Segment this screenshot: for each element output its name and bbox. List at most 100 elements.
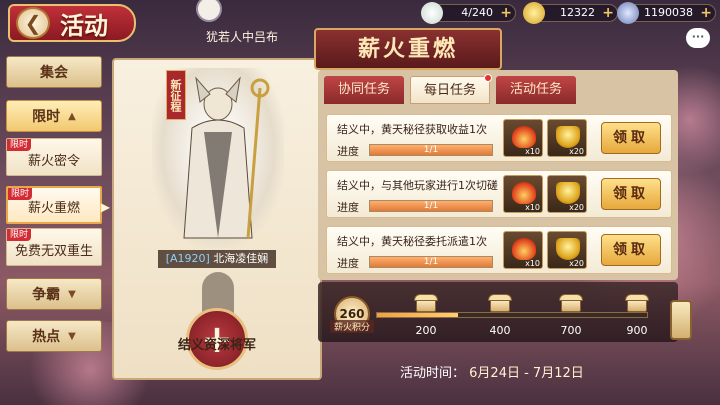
- menu-item-label: 限时: [32, 109, 61, 125]
- limited-tag: 限时: [7, 139, 32, 151]
- menu-item-contest[interactable]: 争霸 ▼: [6, 278, 102, 310]
- sub-item-label: 薪火重燃: [27, 201, 80, 216]
- stamina-value: 4/240: [461, 6, 493, 19]
- claim-button[interactable]: 领取: [601, 122, 661, 154]
- milestone-value: 200: [415, 324, 437, 337]
- copper-coin-icon: [617, 2, 639, 24]
- menu-item-hot[interactable]: 热点 ▼: [6, 320, 102, 352]
- gold-ingot-icon: [523, 2, 545, 24]
- progress-label: 进度: [337, 145, 359, 158]
- recruit-label: 结义资深将军: [177, 338, 256, 353]
- general-panel: 新征程 [A1920] 北海凌佳娴 + 结义资深将军: [112, 58, 322, 380]
- reward-item[interactable]: x20: [547, 231, 587, 269]
- selected-arrow-icon: ▶: [100, 200, 110, 214]
- task-row: 结义中，黄天秘径委托派遣1次 进度 1/1 x10 x20 领取: [326, 226, 672, 274]
- general-code: [A1920]: [165, 252, 210, 265]
- gold-ingot-icon: [556, 182, 580, 204]
- score-label: 薪火积分: [330, 320, 374, 333]
- notification-dot: [484, 74, 492, 82]
- event-time-label: 活动时间：: [400, 366, 466, 381]
- empty-general-slot: +: [172, 272, 262, 372]
- stamina-resource: 4/240 +: [421, 2, 516, 24]
- sub-item-rekindle[interactable]: 限时 薪火重燃 ▶: [6, 186, 110, 224]
- gold-ingot-icon: [556, 126, 580, 148]
- clock-icon: [196, 0, 222, 22]
- gold-resource: 12322 +: [523, 2, 618, 24]
- milestone-value: 900: [626, 324, 648, 337]
- progress-bar: 1/1: [369, 144, 493, 156]
- reward-item[interactable]: x20: [547, 119, 587, 157]
- tab-label: 每日任务: [423, 83, 476, 98]
- task-row: 结义中，黄天秘径获取收益1次 进度 1/1 x10 x20 领取: [326, 114, 672, 162]
- general-header: 犹若人中吕布: [206, 30, 279, 44]
- task-description: 结义中，黄天秘径委托派遣1次: [337, 235, 487, 248]
- event-time-range: 6月24日 - 7月12日: [469, 366, 584, 381]
- fire-icon: [512, 238, 536, 260]
- stamina-coin-icon: [421, 2, 443, 24]
- reward-qty: x10: [525, 147, 540, 156]
- reward-item[interactable]: x10: [503, 175, 543, 213]
- reward-chest-icon[interactable]: [486, 294, 514, 318]
- claim-button[interactable]: 领取: [601, 234, 661, 266]
- progress-label: 进度: [337, 201, 359, 214]
- task-description: 结义中，黄天秘径获取收益1次: [337, 123, 487, 136]
- reward-qty: x20: [569, 203, 584, 212]
- gold-value: 12322: [560, 6, 595, 19]
- milestone-value: 700: [560, 324, 582, 337]
- reward-qty: x20: [569, 259, 584, 268]
- add-gold-button[interactable]: +: [602, 5, 614, 21]
- sub-item-secret-order[interactable]: 限时 薪火密令: [6, 138, 102, 176]
- reward-item[interactable]: x10: [503, 231, 543, 269]
- reward-qty: x10: [525, 203, 540, 212]
- copper-value: 1190038: [644, 6, 693, 19]
- reward-item[interactable]: x20: [547, 175, 587, 213]
- progress-bar: 1/1: [369, 256, 493, 268]
- reward-chest-icon[interactable]: [412, 294, 440, 318]
- reward-chest-icon[interactable]: [557, 294, 585, 318]
- reward-qty: x20: [569, 147, 584, 156]
- claim-button[interactable]: 领取: [601, 178, 661, 210]
- limited-tag: 限时: [8, 188, 33, 200]
- menu-item-label: 热点: [32, 329, 61, 345]
- scroll-decoration: [670, 300, 692, 340]
- menu-item-gathering[interactable]: 集会: [6, 56, 102, 88]
- limited-tag: 限时: [7, 229, 32, 241]
- task-row: 结义中，与其他玩家进行1次切磋 进度 1/1 x10 x20 领取: [326, 170, 672, 218]
- progress-bar: 1/1: [369, 200, 493, 212]
- new-journey-badge: 新征程: [166, 70, 186, 120]
- progress-text: 1/1: [423, 201, 439, 211]
- sub-item-free-rebirth[interactable]: 限时 免费无双重生: [6, 228, 102, 266]
- task-description: 结义中，与其他玩家进行1次切磋: [337, 179, 498, 192]
- progress-text: 1/1: [423, 257, 439, 267]
- copper-resource: 1190038 +: [617, 2, 716, 24]
- chat-icon[interactable]: ···: [686, 28, 710, 48]
- add-stamina-button[interactable]: +: [500, 5, 512, 21]
- tab-cooperative[interactable]: 协同任务: [324, 76, 404, 104]
- milestone-value: 400: [489, 324, 511, 337]
- back-arrow-icon[interactable]: ❮: [16, 7, 50, 39]
- reward-qty: x10: [525, 259, 540, 268]
- chevron-down-icon: ▼: [68, 330, 76, 342]
- sub-item-label: 薪火密令: [27, 154, 80, 169]
- progress-label: 进度: [337, 257, 359, 270]
- fire-icon: [512, 182, 536, 204]
- general-name-plate: [A1920] 北海凌佳娴: [158, 250, 276, 268]
- chevron-down-icon: ▼: [68, 288, 76, 300]
- menu-item-label: 争霸: [32, 287, 61, 303]
- general-name: 北海凌佳娴: [213, 252, 269, 265]
- chevron-up-icon: ▲: [68, 110, 76, 122]
- tab-event[interactable]: 活动任务: [496, 76, 576, 104]
- reward-chest-icon[interactable]: [623, 294, 651, 318]
- progress-text: 1/1: [423, 145, 439, 155]
- menu-item-label: 集会: [40, 65, 68, 81]
- reward-item[interactable]: x10: [503, 119, 543, 157]
- gold-ingot-icon: [556, 238, 580, 260]
- sub-item-label: 免费无双重生: [14, 244, 93, 259]
- fire-icon: [512, 126, 536, 148]
- event-time: 活动时间： 6月24日 - 7月12日: [400, 362, 584, 381]
- event-title: 薪火重燃: [314, 28, 502, 70]
- add-copper-button[interactable]: +: [700, 5, 712, 21]
- left-menu: 集会 限时 ▲ 限时 薪火密令 限时 薪火重燃 ▶ 限时 免费无双重生 争霸 ▼…: [0, 52, 112, 392]
- tab-daily[interactable]: 每日任务: [410, 74, 492, 104]
- menu-item-limited[interactable]: 限时 ▲: [6, 100, 102, 132]
